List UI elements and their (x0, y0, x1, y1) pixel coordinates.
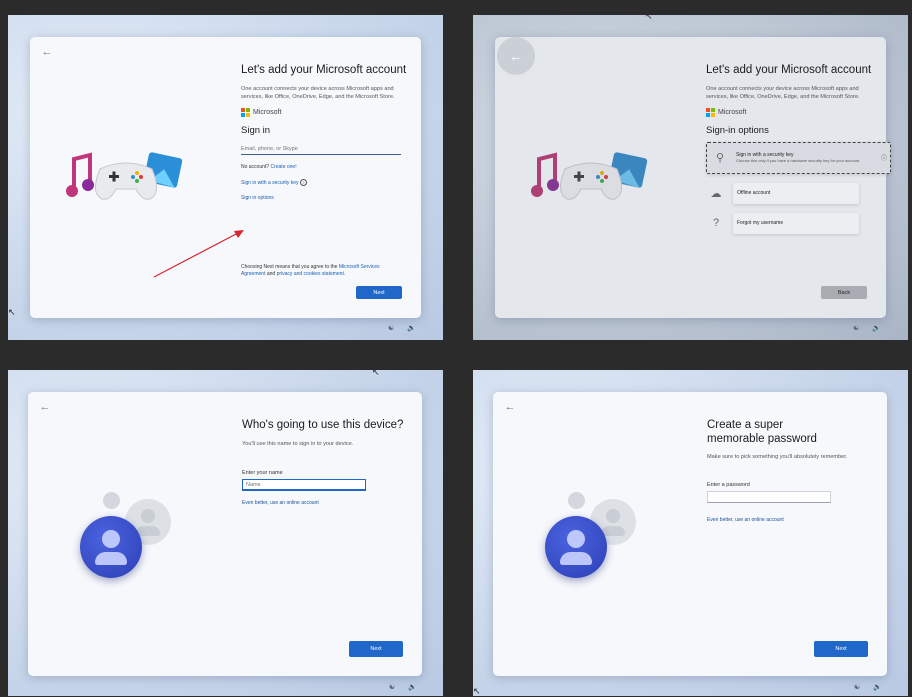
online-account-link[interactable]: Even better, use an online account (707, 517, 875, 523)
large-avatar-icon (545, 516, 607, 578)
person-icon (606, 509, 620, 523)
next-button[interactable]: Next (356, 286, 402, 299)
screenshot-sign-in-options: ← Let's add your Microsoft account One a… (473, 15, 908, 340)
game-controller-icon (95, 162, 157, 200)
name-field-label: Enter your name (242, 470, 283, 476)
help-icon[interactable]: ? (299, 178, 307, 186)
option-label: Offline account (737, 190, 771, 196)
apps-illustration (531, 152, 648, 200)
back-arrow-icon[interactable]: ← (36, 398, 54, 416)
next-button[interactable]: Next (814, 641, 868, 657)
back-button-hover[interactable]: ← (497, 37, 535, 75)
page-title: Let's add your Microsoft account (241, 64, 407, 76)
terms-prefix: Choosing Next means that you agree to th… (241, 264, 338, 270)
accessibility-icon[interactable]: ☯ (853, 324, 859, 332)
online-account-link[interactable]: Even better, use an online account (242, 500, 410, 506)
create-one-link[interactable]: Create one! (270, 164, 296, 170)
back-button[interactable]: Back (821, 286, 867, 299)
music-note-icon (531, 152, 559, 197)
accessibility-icon[interactable]: ☯ (388, 324, 394, 332)
back-arrow-icon[interactable]: ← (501, 398, 519, 416)
page-description: One account connects your device across … (706, 85, 860, 101)
volume-icon[interactable]: 🔈 (873, 683, 882, 691)
privacy-link[interactable]: privacy and cookies statement. (277, 271, 346, 277)
page-description: You'll use this name to sign in to your … (242, 440, 354, 447)
person-icon (141, 509, 155, 523)
volume-icon[interactable]: 🔈 (408, 683, 417, 691)
mouse-cursor-icon: ↖ (8, 307, 16, 317)
volume-icon[interactable]: 🔈 (407, 324, 416, 332)
game-controller-icon (560, 162, 622, 200)
brand-label: Microsoft (718, 108, 747, 116)
mouse-cursor-icon: ↖ (473, 686, 481, 696)
page-title: Create a super memorable password (707, 419, 817, 445)
annotation-arrow (153, 230, 244, 278)
microsoft-logo-icon (241, 107, 250, 117)
option-security-key[interactable]: ⚲ Sign in with a security key Choose thi… (706, 141, 891, 174)
sign-in-options-list: ⚲ Sign in with a security key Choose thi… (706, 141, 891, 234)
screenshot-who-uses-device: ← Who's going to use this device? You'll… (8, 370, 443, 696)
option-offline-account[interactable]: ☁ Offline account (711, 182, 859, 204)
page-description: Make sure to pick something you'll absol… (707, 454, 848, 460)
sign-in-heading: Sign in (241, 124, 271, 136)
security-key-link[interactable]: Sign in with a security key ? (241, 178, 409, 186)
small-avatar-icon (103, 492, 120, 509)
screenshot-sign-in: ← Let's add your Microsoft account One a… (8, 15, 443, 340)
oobe-card: ← Who's going to use this device? You'll… (28, 392, 422, 676)
question-mark-icon: ? (712, 217, 720, 229)
sign-in-options-heading: Sign-in options (706, 124, 769, 136)
next-button[interactable]: Next (349, 641, 403, 657)
back-arrow-icon[interactable]: ← (38, 43, 56, 61)
person-body (95, 552, 127, 565)
back-arrow-icon[interactable]: ← (497, 37, 535, 75)
oobe-card: ← Create a super memorable password Make… (493, 392, 887, 676)
small-avatar-icon (568, 492, 585, 509)
sign-in-options-link[interactable]: Sign in options (241, 195, 409, 201)
person-body (560, 552, 592, 565)
terms-note: Choosing Next means that you agree to th… (241, 264, 401, 278)
page-title: Let's add your Microsoft account (706, 64, 872, 76)
no-account-text: No account? (241, 163, 270, 170)
offline-cloud-icon: ☁ (710, 187, 722, 200)
person-icon (102, 530, 120, 548)
volume-icon[interactable]: 🔈 (872, 324, 881, 332)
accessibility-icon[interactable]: ☯ (389, 683, 395, 691)
name-input[interactable] (242, 479, 366, 491)
accessibility-icon[interactable]: ☯ (854, 683, 860, 691)
person-icon (567, 530, 585, 548)
email-input[interactable] (241, 143, 401, 155)
microsoft-brand: Microsoft (706, 107, 874, 117)
password-input[interactable] (707, 490, 831, 503)
mouse-cursor-icon: ↖ (372, 370, 380, 377)
mouse-cursor-icon: ↖ (645, 15, 653, 21)
security-key-icon: ⚲ (715, 152, 725, 164)
option-text: Sign in with a security key Choose this … (736, 152, 860, 163)
microsoft-brand: Microsoft (241, 107, 409, 117)
screenshot-create-password: ← Create a super memorable password Make… (473, 370, 908, 696)
option-label: Forgot my username (737, 220, 784, 226)
option-sub: Choose this only if you have a hardware … (736, 158, 861, 163)
music-note-icon (66, 152, 94, 197)
password-field-label: Enter a password (707, 481, 750, 488)
brand-label: Microsoft (253, 108, 282, 116)
terms-and: and (266, 271, 276, 277)
page-description: One account connects your device across … (241, 85, 395, 101)
page-title: Who's going to use this device? (242, 419, 404, 431)
no-account-line: No account? Create one! (241, 164, 409, 170)
security-key-label: Sign in with a security key (241, 179, 299, 186)
large-avatar-icon (80, 516, 142, 578)
option-forgot-username[interactable]: ? Forgot my username (713, 212, 859, 234)
help-icon[interactable]: ⓘ (881, 153, 887, 162)
apps-illustration (66, 152, 183, 200)
oobe-card: ← Let's add your Microsoft account One a… (30, 37, 421, 318)
oobe-card: ← Let's add your Microsoft account One a… (495, 37, 891, 318)
microsoft-logo-icon (706, 107, 715, 117)
